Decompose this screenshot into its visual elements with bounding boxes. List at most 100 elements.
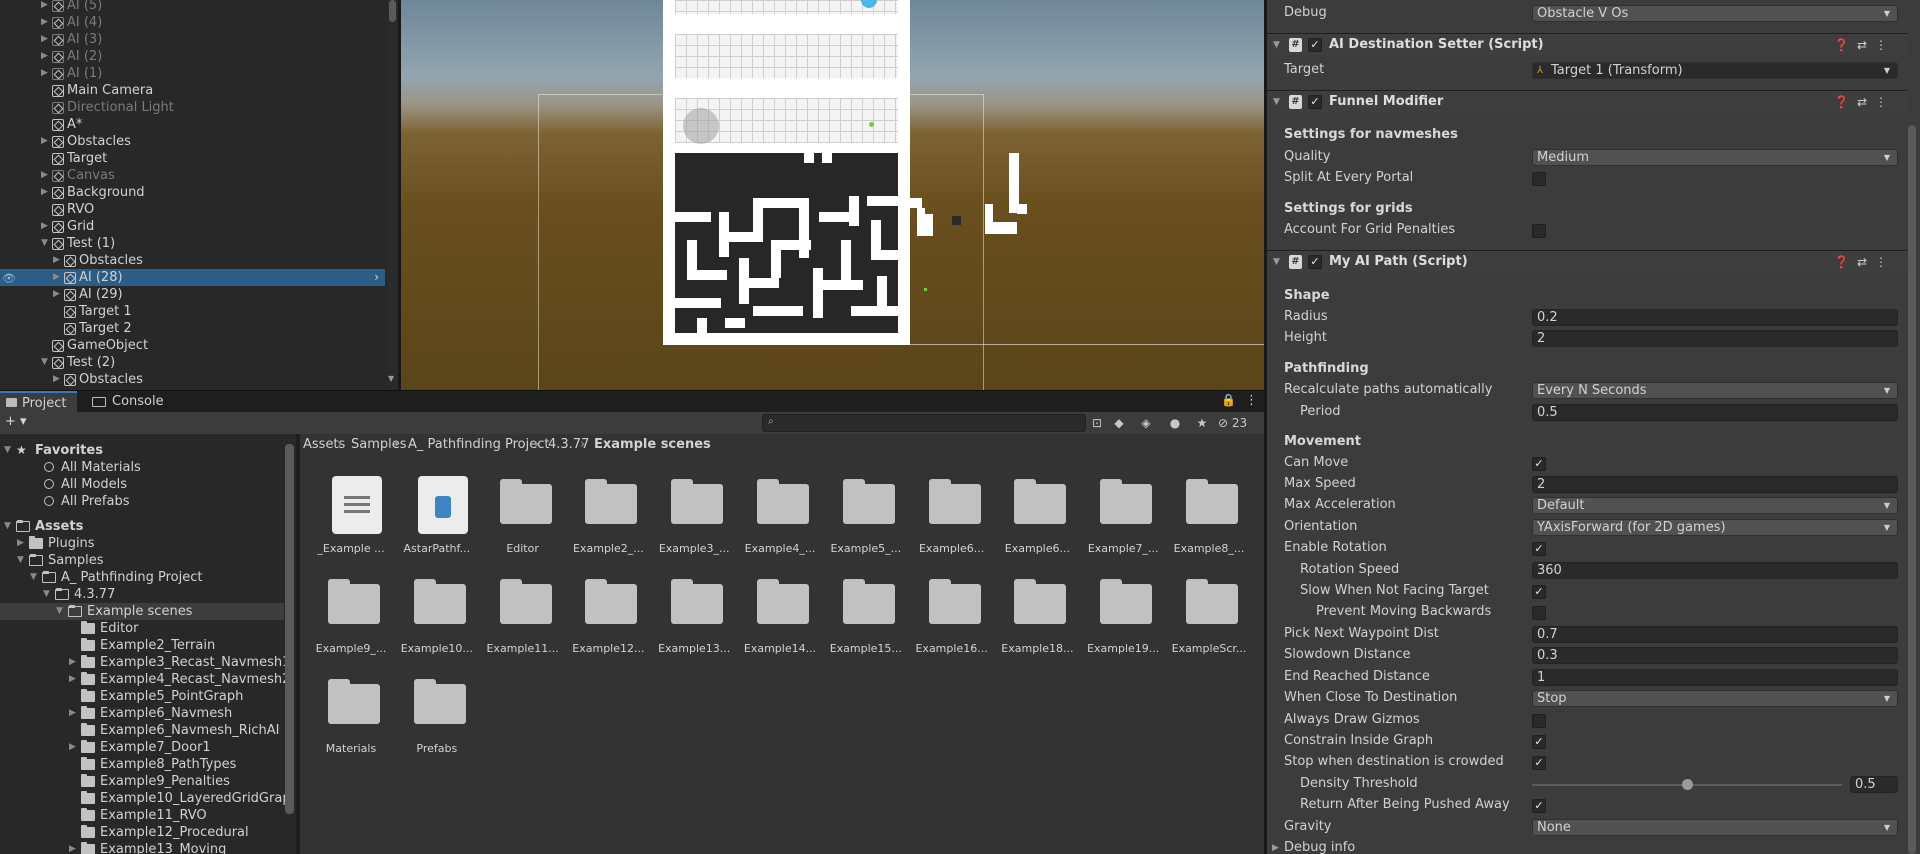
return-pushed-checkbox[interactable]: ✓ xyxy=(1532,799,1546,813)
enable-rotation-checkbox[interactable]: ✓ xyxy=(1532,542,1546,556)
tree-item-selected[interactable]: ▼ Example scenes xyxy=(0,603,284,620)
fold-arrow-icon[interactable]: ▶ xyxy=(1272,838,1279,854)
hidden-packages-toggle[interactable]: ⊘ 23 xyxy=(1218,414,1258,432)
warning-icon[interactable]: ● xyxy=(1166,414,1184,432)
hierarchy-item[interactable]: ▼ Test (2) xyxy=(0,354,385,371)
hierarchy-item[interactable]: ▶ AI (2) xyxy=(0,48,385,65)
inspector-scrollbar[interactable] xyxy=(1908,125,1916,854)
tab-console[interactable]: Console xyxy=(86,391,172,413)
tree-item[interactable]: All Models xyxy=(0,476,284,493)
expand-right-icon[interactable]: ▶ xyxy=(41,184,48,201)
expand-down-icon[interactable]: ▼ xyxy=(43,586,50,603)
label-icon[interactable]: ◈ xyxy=(1137,414,1155,432)
pick-waypoint-input[interactable]: 0.7 xyxy=(1532,626,1898,643)
hierarchy-item[interactable]: ▶ AI (1) xyxy=(0,65,385,82)
asset-item[interactable]: Example14... xyxy=(737,579,823,664)
expand-right-icon[interactable]: ▶ xyxy=(53,252,60,269)
expand-down-icon[interactable]: ▼ xyxy=(17,552,24,569)
tree-item[interactable]: Example2_Terrain xyxy=(0,637,284,654)
hierarchy-item[interactable]: Target 1 xyxy=(0,303,385,320)
tree-item[interactable]: ▶ Example3_Recast_Navmesh1 xyxy=(0,654,290,671)
expand-right-icon[interactable]: ▶ xyxy=(53,286,60,303)
asset-item[interactable]: Example9_... xyxy=(308,579,394,664)
asset-item[interactable]: Example7_... xyxy=(1080,479,1166,564)
hierarchy-item[interactable]: ▶ Background xyxy=(0,184,385,201)
density-slider-handle[interactable] xyxy=(1682,779,1693,790)
hierarchy-item[interactable]: ▼ Test (1) xyxy=(0,235,385,252)
expand-right-icon[interactable]: ▶ xyxy=(41,0,48,14)
component-menu-icon[interactable]: ⋮ xyxy=(1875,95,1895,109)
ai-destination-setter-header[interactable]: ▼ # ✓ AI Destination Setter (Script) ❓⇄⋮ xyxy=(1267,33,1907,55)
can-move-checkbox[interactable]: ✓ xyxy=(1532,457,1546,471)
scene-view[interactable] xyxy=(401,0,1264,390)
hierarchy-item[interactable]: ▶ Grid xyxy=(0,218,385,235)
asset-item[interactable]: Example6... xyxy=(994,479,1080,564)
tree-item[interactable]: ▶ Example4_Recast_Navmesh2 xyxy=(0,671,290,688)
hierarchy-item[interactable]: RVO xyxy=(0,201,385,218)
preset-icon[interactable]: ⇄ xyxy=(1857,95,1875,109)
hierarchy-item[interactable]: ▶ Canvas xyxy=(0,167,385,184)
expand-right-icon[interactable]: ▶ xyxy=(69,654,76,671)
component-enabled-checkbox[interactable]: ✓ xyxy=(1308,255,1322,269)
tree-item[interactable]: All Prefabs xyxy=(0,493,284,510)
debug-dropdown[interactable]: Obstacle V Os xyxy=(1532,5,1898,22)
asset-item[interactable]: _Example ... xyxy=(308,476,394,564)
expand-right-icon[interactable]: ▶ xyxy=(41,31,48,48)
search-by-type-icon[interactable]: ⊡ xyxy=(1088,414,1106,432)
project-search-input[interactable]: ⌕ xyxy=(762,414,1086,432)
asset-item[interactable]: Example13... xyxy=(651,579,737,664)
debug-info-row[interactable]: ▶ Debug info xyxy=(1267,838,1907,854)
breadcrumb-item[interactable]: A_ Pathfinding Project xyxy=(408,434,549,456)
max-speed-input[interactable]: 2 xyxy=(1532,476,1898,493)
tree-scrollbar[interactable] xyxy=(285,444,294,814)
tree-item[interactable]: ▶ Example6_Navmesh xyxy=(0,705,284,722)
hierarchy-item[interactable]: ▶ AI (4) xyxy=(0,14,385,31)
breadcrumb-item[interactable]: Example scenes xyxy=(594,434,711,456)
component-menu-icon[interactable]: ⋮ xyxy=(1875,255,1895,269)
tree-item[interactable]: Example10_LayeredGridGrap xyxy=(0,790,291,807)
constrain-checkbox[interactable]: ✓ xyxy=(1532,735,1546,749)
asset-item[interactable]: Example11... xyxy=(480,579,566,664)
hierarchy-item[interactable]: A* xyxy=(0,116,385,133)
height-input[interactable]: 2 xyxy=(1532,330,1898,347)
expand-right-icon[interactable]: ▶ xyxy=(41,14,48,31)
asset-item[interactable]: Example15... xyxy=(823,579,909,664)
asset-item[interactable]: Example12... xyxy=(565,579,651,664)
orientation-dropdown[interactable]: YAxisForward (for 2D games) xyxy=(1532,519,1898,536)
hierarchy-scroll-thumb[interactable] xyxy=(389,0,396,22)
tree-item[interactable]: Example12_Procedural xyxy=(0,824,284,841)
asset-item[interactable]: Example2_... xyxy=(565,479,651,564)
tree-item[interactable]: ▶ Plugins xyxy=(0,535,284,552)
tree-item[interactable]: Example5_PointGraph xyxy=(0,688,284,705)
hierarchy-item[interactable]: Target 2 xyxy=(0,320,385,337)
quality-dropdown[interactable]: Medium xyxy=(1532,149,1898,166)
hierarchy-scrollbar[interactable] xyxy=(387,0,398,390)
expand-right-icon[interactable]: ▶ xyxy=(53,371,60,388)
asset-item[interactable]: Example10... xyxy=(394,579,480,664)
expand-right-icon[interactable]: ▶ xyxy=(41,133,48,150)
expand-right-icon[interactable]: ▶ xyxy=(41,167,48,184)
expand-right-icon[interactable]: ▶ xyxy=(53,269,60,286)
tree-item[interactable]: Example8_PathTypes xyxy=(0,756,284,773)
filter-icon[interactable]: ◆ xyxy=(1110,414,1128,432)
period-input[interactable]: 0.5 xyxy=(1532,404,1898,421)
chevron-right-icon[interactable]: › xyxy=(374,269,379,286)
visibility-eye-icon[interactable]: 👁 xyxy=(2,270,16,287)
target-object-field[interactable]: ⅄ Target 1 (Transform) xyxy=(1532,62,1898,79)
agent-marker[interactable] xyxy=(683,108,719,144)
tree-item[interactable]: Example6_Navmesh_RichAI xyxy=(0,722,284,739)
gravity-dropdown[interactable]: None xyxy=(1532,819,1898,836)
help-icon[interactable]: ❓ xyxy=(1834,255,1857,269)
funnel-modifier-header[interactable]: ▼ # ✓ Funnel Modifier ❓⇄⋮ xyxy=(1267,90,1907,112)
slowdown-input[interactable]: 0.3 xyxy=(1532,647,1898,664)
expand-right-icon[interactable]: ▶ xyxy=(41,48,48,65)
prevent-backwards-checkbox[interactable] xyxy=(1532,606,1546,620)
preset-icon[interactable]: ⇄ xyxy=(1857,255,1875,269)
lock-icon[interactable]: 🔒 xyxy=(1221,393,1236,407)
recalc-dropdown[interactable]: Every N Seconds xyxy=(1532,382,1898,399)
asset-item[interactable]: Example16... xyxy=(909,579,995,664)
expand-down-icon[interactable]: ▼ xyxy=(41,354,48,371)
hierarchy-item[interactable]: Target xyxy=(0,150,385,167)
hierarchy-item[interactable]: Directional Light xyxy=(0,99,385,116)
density-input[interactable]: 0.5 xyxy=(1850,776,1898,793)
